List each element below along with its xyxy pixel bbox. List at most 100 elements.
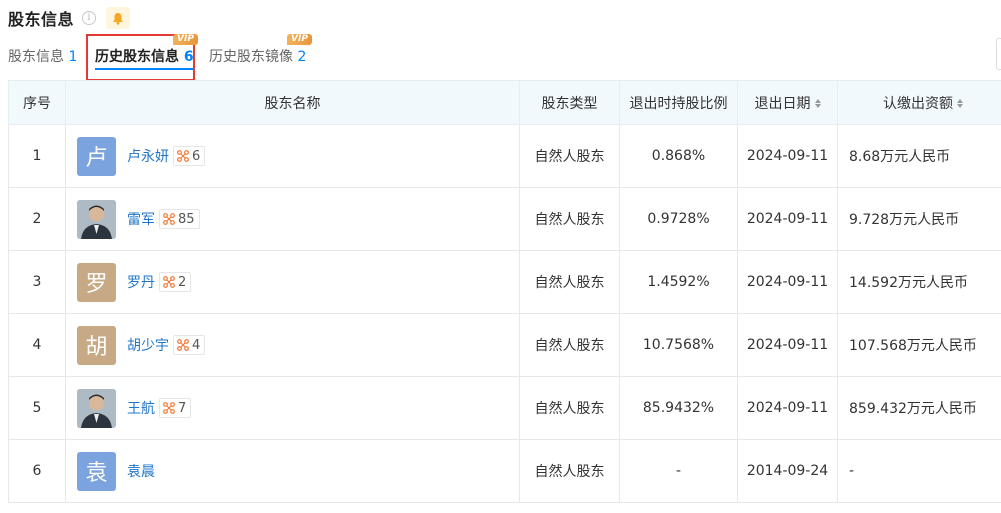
shareholder-name-cell: 胡 胡少宇 4	[65, 313, 520, 377]
relation-graph-badge[interactable]: 4	[173, 335, 206, 355]
relation-icon	[177, 150, 189, 162]
relation-icon	[177, 339, 189, 351]
shareholder-name-link[interactable]: 胡少宇	[127, 335, 169, 355]
table-row: 4 胡 胡少宇 4 自然人股东 10.7568% 2024-09-11 107.…	[8, 313, 1001, 377]
col-type-header: 股东类型	[519, 80, 620, 125]
shareholder-name-link[interactable]: 卢永妍	[127, 146, 169, 166]
col-index-header: 序号	[8, 80, 66, 125]
avatar-photo[interactable]	[77, 388, 116, 428]
shareholder-type: 自然人股东	[519, 124, 620, 188]
relation-icon	[163, 276, 175, 288]
row-index: 4	[8, 313, 66, 377]
section-title: 股东信息	[8, 10, 75, 29]
col-label: 退出日期	[754, 95, 811, 112]
exit-ratio: 85.9432%	[619, 376, 738, 440]
subscribed-capital: 9.728万元人民币	[837, 187, 1001, 251]
shareholder-name-link[interactable]: 袁晨	[127, 461, 155, 481]
avatar[interactable]: 卢	[77, 136, 116, 176]
avatar-char: 卢	[85, 146, 108, 171]
shareholder-type: 自然人股东	[519, 313, 620, 377]
vip-badge: VIP	[173, 34, 198, 45]
row-index: 5	[8, 376, 66, 440]
shareholder-name-cell: 罗 罗丹 2	[65, 250, 520, 314]
avatar-char: 罗	[85, 272, 108, 297]
col-ratio-header: 退出时持股比例	[619, 80, 738, 125]
shareholder-type: 自然人股东	[519, 439, 620, 503]
info-icon[interactable]: i	[82, 11, 97, 25]
subscribed-capital: 14.592万元人民币	[837, 250, 1001, 314]
exit-date: 2014-09-24	[737, 439, 838, 503]
subscribed-capital: -	[837, 439, 1001, 503]
sort-icon[interactable]	[814, 99, 821, 108]
relation-count: 2	[178, 274, 187, 290]
sort-icon[interactable]	[957, 99, 963, 108]
table-row: 1 卢 卢永妍 6 自然人股东 0.868% 2024-09-11 8.68万元…	[8, 124, 1001, 188]
shareholder-type: 自然人股东	[519, 187, 620, 251]
shareholder-name-link[interactable]: 雷军	[127, 209, 155, 229]
tab-history-shareholders[interactable]: 历史股东信息 6	[95, 46, 194, 70]
row-index: 2	[8, 187, 66, 251]
exit-ratio: 0.868%	[619, 124, 738, 188]
shareholder-name-cell: 卢 卢永妍 6	[65, 124, 520, 188]
relation-count: 6	[192, 148, 201, 164]
row-index: 3	[8, 250, 66, 314]
col-capital-header[interactable]: 认缴出资额	[837, 80, 1001, 125]
avatar-photo[interactable]	[77, 199, 116, 239]
subscribed-capital: 107.568万元人民币	[837, 313, 1001, 377]
tab-bar: 股东信息 1 历史股东信息 6 VIP 历史股东镜像 2 VIP	[0, 34, 1001, 81]
col-name-header: 股东名称	[65, 80, 520, 125]
shareholder-name-cell: 袁 袁晨	[65, 439, 520, 503]
exit-ratio: 1.4592%	[619, 250, 738, 314]
relation-icon	[163, 402, 175, 414]
avatar-char: 胡	[85, 335, 108, 360]
shareholder-name-link[interactable]: 罗丹	[127, 272, 155, 292]
col-date-header[interactable]: 退出日期	[737, 80, 838, 125]
tab-count: 1	[68, 49, 78, 65]
relation-graph-badge[interactable]: 85	[159, 209, 200, 229]
avatar[interactable]: 胡	[77, 325, 116, 365]
side-panel-edge[interactable]	[996, 38, 1001, 70]
table-row: 3 罗 罗丹 2 自然人股东 1.4592% 2024-09-11 14.592…	[8, 250, 1001, 314]
exit-date: 2024-09-11	[737, 124, 838, 188]
exit-date: 2024-09-11	[737, 187, 838, 251]
section-header: 股东信息 i	[8, 6, 131, 30]
tab-shareholder-info[interactable]: 股东信息 1	[8, 46, 77, 66]
exit-date: 2024-09-11	[737, 313, 838, 377]
tab-label: 历史股东信息	[95, 49, 179, 65]
relation-count: 85	[178, 211, 195, 227]
avatar-char: 袁	[85, 461, 108, 486]
vip-badge: VIP	[287, 34, 312, 45]
shareholder-type: 自然人股东	[519, 250, 620, 314]
table-row: 5 王航 7 自然人股东 85.9432% 2024-09-11 859.432…	[8, 376, 1001, 440]
exit-date: 2024-09-11	[737, 250, 838, 314]
tab-history-mirror[interactable]: 历史股东镜像 2	[209, 46, 306, 66]
avatar[interactable]: 袁	[77, 451, 116, 491]
table-row: 2 雷军 85 自然人股东 0.9728% 2024-09-11 9.728万元…	[8, 187, 1001, 251]
relation-graph-badge[interactable]: 7	[159, 398, 192, 418]
relation-icon	[163, 213, 175, 225]
active-tab-underline	[95, 68, 194, 70]
shareholder-name-link[interactable]: 王航	[127, 398, 155, 418]
table-header-row: 序号 股东名称 股东类型 退出时持股比例 退出日期 认缴出资额	[8, 80, 1001, 125]
tab-label: 历史股东镜像	[209, 49, 293, 65]
relation-count: 4	[192, 337, 201, 353]
history-shareholders-table: 序号 股东名称 股东类型 退出时持股比例 退出日期 认缴出资额 1 卢 卢永妍 …	[8, 80, 1001, 503]
subscribed-capital: 8.68万元人民币	[837, 124, 1001, 188]
exit-date: 2024-09-11	[737, 376, 838, 440]
table-row: 6 袁 袁晨 自然人股东 - 2014-09-24 -	[8, 439, 1001, 503]
relation-graph-badge[interactable]: 2	[159, 272, 192, 292]
tab-count: 6	[183, 49, 194, 65]
tab-count: 2	[297, 49, 307, 65]
relation-graph-badge[interactable]: 6	[173, 146, 206, 166]
relation-count: 7	[178, 400, 187, 416]
exit-ratio: -	[619, 439, 738, 503]
exit-ratio: 0.9728%	[619, 187, 738, 251]
shareholder-name-cell: 雷军 85	[65, 187, 520, 251]
row-index: 6	[8, 439, 66, 503]
bell-icon[interactable]	[106, 7, 131, 29]
avatar[interactable]: 罗	[77, 262, 116, 302]
subscribed-capital: 859.432万元人民币	[837, 376, 1001, 440]
shareholder-name-cell: 王航 7	[65, 376, 520, 440]
row-index: 1	[8, 124, 66, 188]
col-label: 认缴出资额	[883, 95, 953, 112]
